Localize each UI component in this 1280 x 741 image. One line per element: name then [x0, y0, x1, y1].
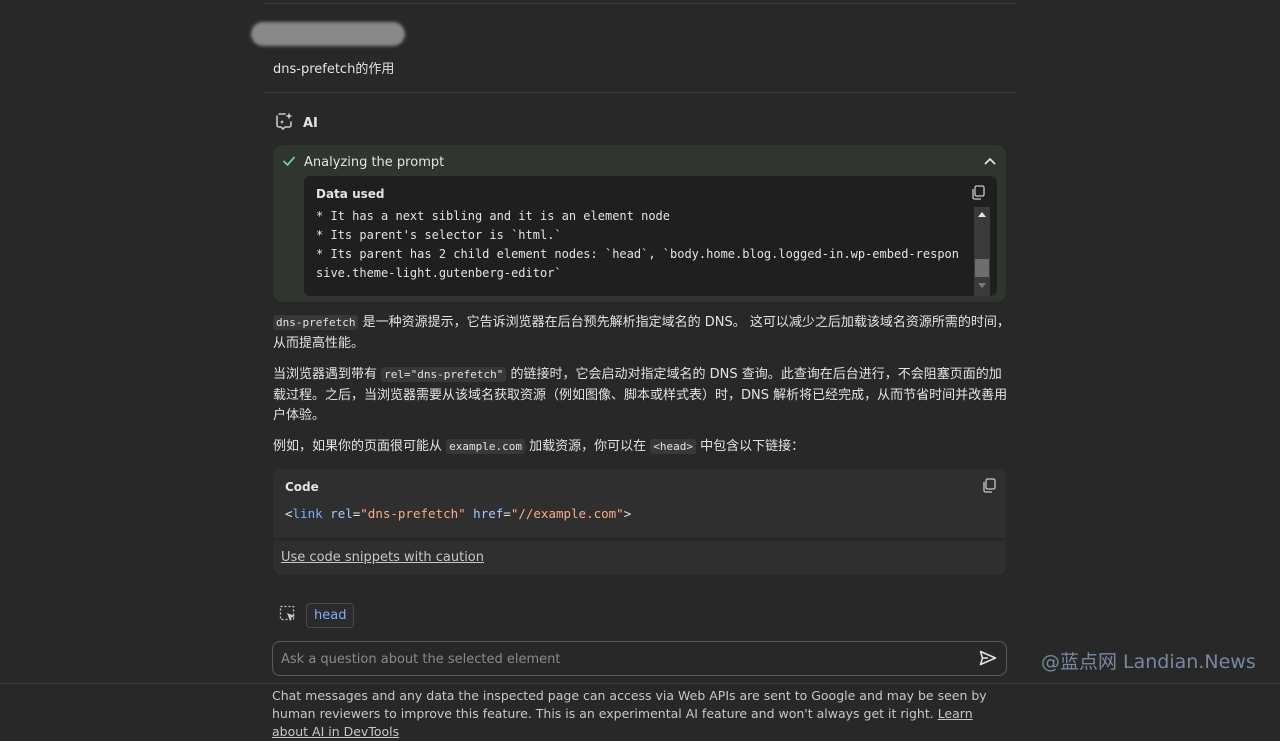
step-header[interactable]: Analyzing the prompt	[282, 153, 444, 172]
paragraph-text: 是一种资源提示，它告诉浏览器在后台预先解析指定域名的 DNS。 这可以减少之后加…	[273, 315, 1010, 351]
ai-header: AI	[274, 111, 318, 135]
inline-code: <head>	[650, 439, 697, 454]
code-token: href	[473, 506, 504, 521]
caution-link[interactable]: Use code snippets with caution	[281, 550, 484, 565]
code-token: "dns-prefetch"	[360, 506, 466, 521]
code-token: =	[503, 506, 511, 521]
paragraph-text: 当浏览器遇到带有	[273, 367, 382, 382]
user-avatar-blurred	[251, 22, 405, 46]
code-block: Code <link rel="dns-prefetch" href="//ex…	[273, 469, 1006, 538]
data-used-panel: Data used * It has a next sibling and it…	[304, 176, 997, 296]
ask-input[interactable]	[281, 650, 961, 668]
check-icon	[282, 153, 296, 172]
context-element-chip[interactable]: head	[306, 603, 355, 628]
footer-divider	[0, 683, 1280, 684]
watermark: @蓝点网 Landian.News	[1041, 651, 1256, 673]
answer-paragraph-2: 当浏览器遇到带有 rel="dns-prefetch" 的链接时，它会启动对指定…	[273, 365, 1013, 427]
inline-code: rel="dns-prefetch"	[381, 367, 507, 382]
code-token: >	[623, 506, 632, 521]
step-title: Analyzing the prompt	[304, 155, 445, 170]
data-scrollbar[interactable]	[974, 207, 990, 296]
code-block-title: Code	[285, 480, 319, 494]
context-row: head	[279, 603, 355, 628]
code-token: rel	[330, 506, 353, 521]
ai-label: AI	[303, 115, 318, 131]
analysis-step-card: Analyzing the prompt Data used * It has …	[273, 145, 1006, 302]
answer-paragraph-3: 例如，如果你的页面很可能从 example.com 加载资源，你可以在 <hea…	[273, 437, 1013, 458]
code-token: "//example.com"	[510, 506, 624, 521]
footer-text: Chat messages and any data the inspected…	[272, 688, 987, 721]
caution-bar: Use code snippets with caution	[273, 541, 1006, 575]
scroll-thumb[interactable]	[975, 259, 989, 277]
code-token: link	[292, 506, 323, 521]
data-used-lines: * It has a next sibling and it is an ele…	[316, 209, 959, 280]
paragraph-text: 加载资源，你可以在	[525, 439, 651, 454]
top-divider	[264, 3, 1016, 4]
code-token: <	[285, 506, 293, 521]
footer-disclaimer: Chat messages and any data the inspected…	[272, 687, 1012, 741]
paragraph-text: 例如，如果你的页面很可能从	[273, 439, 447, 454]
answer-paragraph-1: dns-prefetch 是一种资源提示，它告诉浏览器在后台预先解析指定域名的 …	[273, 313, 1013, 354]
message-divider	[264, 92, 1016, 93]
code-line: <link rel="dns-prefetch" href="//example…	[285, 506, 631, 521]
copy-icon[interactable]	[982, 478, 996, 497]
ask-box	[272, 641, 1007, 676]
scroll-down-arrow-icon[interactable]	[978, 283, 986, 288]
send-icon[interactable]	[979, 650, 997, 670]
ai-sparkle-icon	[274, 111, 294, 135]
scroll-up-arrow-icon[interactable]	[978, 212, 986, 217]
inline-code: dns-prefetch	[273, 315, 359, 330]
user-message: dns-prefetch的作用	[273, 62, 395, 77]
paragraph-text: 中包含以下链接：	[696, 439, 805, 454]
select-element-icon[interactable]	[279, 605, 297, 627]
copy-icon[interactable]	[971, 185, 985, 204]
data-used-title: Data used	[316, 187, 385, 201]
inline-code: example.com	[446, 439, 525, 454]
chevron-up-icon[interactable]	[983, 153, 997, 172]
